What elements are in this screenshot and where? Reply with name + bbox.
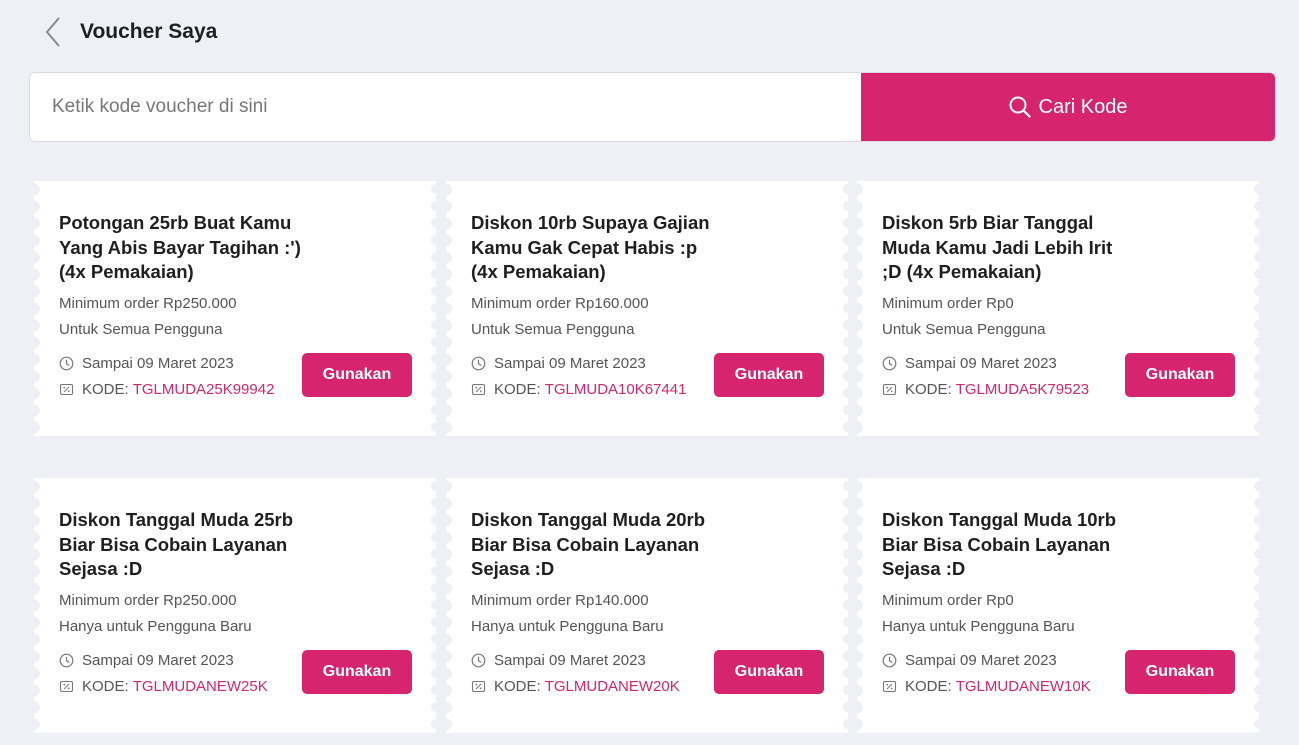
use-voucher-button[interactable]: Gunakan <box>302 650 412 694</box>
voucher-title: Potongan 25rb Buat Kamu Yang Abis Bayar … <box>59 212 301 282</box>
voucher-min-order: Minimum order Rp0 <box>882 295 1014 312</box>
clock-icon <box>59 356 74 371</box>
clock-icon <box>882 653 897 668</box>
voucher-code-input[interactable] <box>30 73 861 141</box>
voucher-code: TGLMUDANEW20K <box>544 677 680 695</box>
voucher-card: Diskon Tanggal Muda 25rb Biar Bisa Cobai… <box>29 478 441 733</box>
voucher-code-label: KODE: <box>82 677 129 695</box>
voucher-card: Diskon 5rb Biar Tanggal Muda Kamu Jadi L… <box>852 181 1264 436</box>
voucher-card: Diskon 10rb Supaya Gajian Kamu Gak Cepat… <box>441 181 853 436</box>
voucher-footer: Sampai 09 Maret 2023 KODE: TGLMUDANEW10K <box>882 650 1235 696</box>
voucher-eligibility: Untuk Semua Pengguna <box>59 321 223 338</box>
chevron-left-icon <box>45 17 60 47</box>
clock-icon <box>59 653 74 668</box>
voucher-title: Diskon Tanggal Muda 10rb Biar Bisa Cobai… <box>882 509 1117 579</box>
voucher-card: Diskon Tanggal Muda 10rb Biar Bisa Cobai… <box>852 478 1264 733</box>
voucher-search-bar: Cari Kode <box>29 72 1276 142</box>
voucher-eligibility: Hanya untuk Pengguna Baru <box>59 618 252 635</box>
voucher-expiry: Sampai 09 Maret 2023 <box>905 651 1057 669</box>
voucher-title: Diskon 5rb Biar Tanggal Muda Kamu Jadi L… <box>882 212 1113 282</box>
voucher-code-label: KODE: <box>494 380 541 398</box>
voucher-footer: Sampai 09 Maret 2023 KODE: TGLMUDA10K674… <box>471 353 824 399</box>
use-voucher-button[interactable]: Gunakan <box>1125 353 1235 397</box>
discount-tag-icon <box>471 382 486 397</box>
voucher-min-order: Minimum order Rp160.000 <box>471 295 649 312</box>
voucher-card: Diskon Tanggal Muda 20rb Biar Bisa Cobai… <box>441 478 853 733</box>
voucher-code-label: KODE: <box>82 380 129 398</box>
search-icon <box>1009 96 1031 118</box>
discount-tag-icon <box>59 382 74 397</box>
voucher-footer: Sampai 09 Maret 2023 KODE: TGLMUDANEW20K <box>471 650 824 696</box>
voucher-eligibility: Untuk Semua Pengguna <box>882 321 1046 338</box>
voucher-footer: Sampai 09 Maret 2023 KODE: TGLMUDA5K7952… <box>882 353 1235 399</box>
voucher-code: TGLMUDA5K79523 <box>955 380 1090 398</box>
voucher-min-order: Minimum order Rp250.000 <box>59 592 237 609</box>
voucher-code: TGLMUDANEW25K <box>132 677 268 695</box>
clock-icon <box>882 356 897 371</box>
voucher-expiry: Sampai 09 Maret 2023 <box>494 354 646 372</box>
voucher-footer: Sampai 09 Maret 2023 KODE: TGLMUDANEW25K <box>59 650 412 696</box>
voucher-title: Diskon Tanggal Muda 25rb Biar Bisa Cobai… <box>59 509 294 579</box>
voucher-expiry: Sampai 09 Maret 2023 <box>82 651 234 669</box>
use-voucher-button[interactable]: Gunakan <box>714 353 824 397</box>
use-voucher-button[interactable]: Gunakan <box>302 353 412 397</box>
voucher-footer: Sampai 09 Maret 2023 KODE: TGLMUDA25K999… <box>59 353 412 399</box>
use-voucher-button[interactable]: Gunakan <box>1125 650 1235 694</box>
voucher-eligibility: Hanya untuk Pengguna Baru <box>882 618 1075 635</box>
page-header: Voucher Saya <box>44 14 217 50</box>
search-button-label: Cari Kode <box>1038 95 1128 118</box>
voucher-expiry: Sampai 09 Maret 2023 <box>905 354 1057 372</box>
voucher-code-label: KODE: <box>494 677 541 695</box>
discount-tag-icon <box>471 679 486 694</box>
voucher-min-order: Minimum order Rp0 <box>882 592 1014 609</box>
voucher-eligibility: Untuk Semua Pengguna <box>471 321 635 338</box>
voucher-min-order: Minimum order Rp250.000 <box>59 295 237 312</box>
voucher-card: Potongan 25rb Buat Kamu Yang Abis Bayar … <box>29 181 441 436</box>
discount-tag-icon <box>882 382 897 397</box>
voucher-code-label: KODE: <box>905 677 952 695</box>
page-title: Voucher Saya <box>80 20 218 43</box>
clock-icon <box>471 653 486 668</box>
back-button[interactable] <box>44 15 70 49</box>
clock-icon <box>471 356 486 371</box>
voucher-min-order: Minimum order Rp140.000 <box>471 592 649 609</box>
voucher-eligibility: Hanya untuk Pengguna Baru <box>471 618 664 635</box>
voucher-code: TGLMUDA10K67441 <box>544 380 687 398</box>
voucher-expiry: Sampai 09 Maret 2023 <box>82 354 234 372</box>
voucher-expiry: Sampai 09 Maret 2023 <box>494 651 646 669</box>
voucher-code: TGLMUDA25K99942 <box>132 380 275 398</box>
search-code-button[interactable]: Cari Kode <box>861 73 1275 141</box>
discount-tag-icon <box>59 679 74 694</box>
discount-tag-icon <box>882 679 897 694</box>
voucher-title: Diskon 10rb Supaya Gajian Kamu Gak Cepat… <box>471 212 710 282</box>
use-voucher-button[interactable]: Gunakan <box>714 650 824 694</box>
voucher-title: Diskon Tanggal Muda 20rb Biar Bisa Cobai… <box>471 509 706 579</box>
voucher-code-label: KODE: <box>905 380 952 398</box>
voucher-code: TGLMUDANEW10K <box>955 677 1091 695</box>
